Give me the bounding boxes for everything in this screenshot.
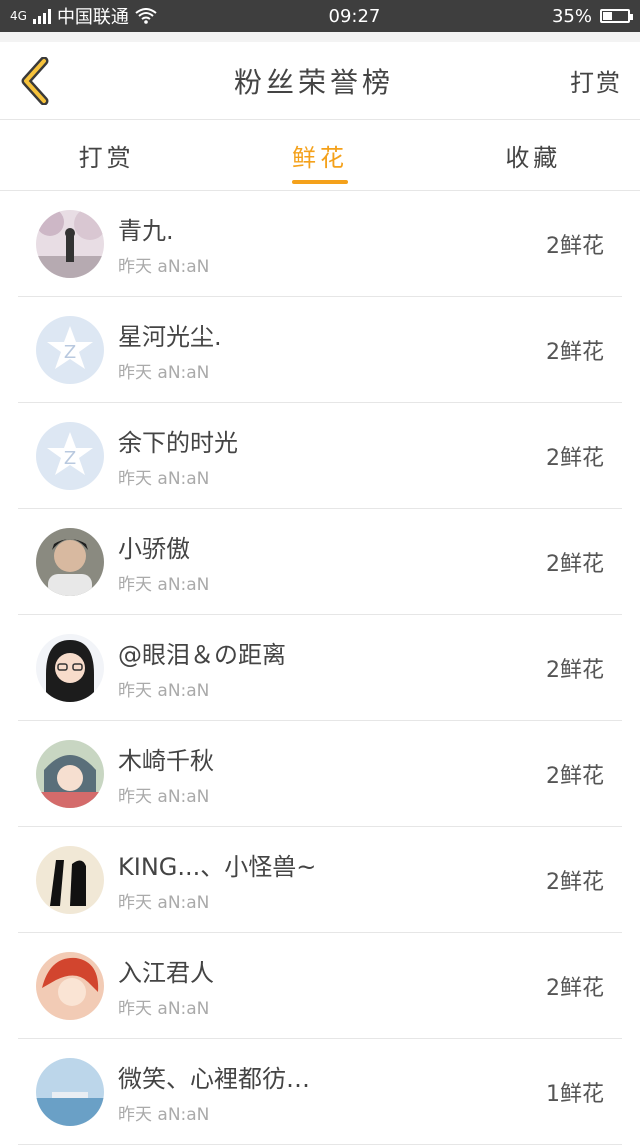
fan-time: 昨天 aN:aN: [118, 362, 210, 383]
fan-time: 昨天 aN:aN: [118, 256, 210, 277]
fan-time: 昨天 aN:aN: [118, 998, 210, 1019]
flower-count: 2鲜花: [546, 657, 604, 683]
default-avatar: Z: [36, 315, 104, 384]
fan-name: 小骄傲: [118, 534, 190, 563]
list-item[interactable]: KING...、小怪兽~ 昨天 aN:aN 2鲜花: [18, 827, 622, 933]
flower-count: 1鲜花: [546, 1081, 604, 1107]
fan-name: @眼泪＆の距离: [118, 640, 286, 669]
tab-favorites[interactable]: 收藏: [427, 120, 640, 190]
tab-reward[interactable]: 打赏: [0, 120, 213, 190]
list-item[interactable]: 微笑、心裡都彷… 昨天 aN:aN 1鲜花: [18, 1039, 622, 1145]
default-avatar: Z: [36, 421, 104, 490]
list-item[interactable]: 小骄傲 昨天 aN:aN 2鲜花: [18, 509, 622, 615]
avatar: [36, 845, 104, 914]
tab-bar: 打赏 鲜花 收藏: [0, 120, 640, 191]
reward-button[interactable]: 打赏: [570, 63, 622, 98]
carrier-label: 中国联通: [56, 7, 129, 28]
network-label: 4G: [10, 9, 27, 23]
flower-count: 2鲜花: [546, 975, 604, 1001]
page-title: 粉丝荣誉榜: [233, 65, 394, 99]
flower-count: 2鲜花: [546, 551, 604, 577]
chevron-left-icon: [21, 56, 49, 105]
fan-time: 昨天 aN:aN: [118, 574, 210, 595]
svg-text:Z: Z: [64, 342, 76, 363]
wifi-icon: [135, 8, 157, 24]
list-item[interactable]: 入江君人 昨天 aN:aN 2鲜花: [18, 933, 622, 1039]
fan-time: 昨天 aN:aN: [118, 680, 210, 701]
tab-flowers[interactable]: 鲜花: [213, 120, 426, 190]
list-item[interactable]: Z 星河光尘. 昨天 aN:aN 2鲜花: [18, 297, 622, 403]
flower-count: 2鲜花: [546, 233, 604, 259]
fan-name: 入江君人: [118, 958, 214, 987]
fan-time: 昨天 aN:aN: [118, 1104, 210, 1125]
signal-icon: [32, 8, 51, 24]
list-item[interactable]: Z 余下的时光 昨天 aN:aN 2鲜花: [18, 403, 622, 509]
fan-time: 昨天 aN:aN: [118, 892, 210, 913]
svg-text:Z: Z: [64, 448, 76, 469]
battery-percent: 35%: [551, 5, 592, 27]
avatar: [36, 527, 104, 596]
fan-name: KING...、小怪兽~: [118, 852, 317, 881]
fan-name: 余下的时光: [118, 428, 238, 457]
header-spacer: [0, 32, 640, 42]
flower-count: 2鲜花: [546, 869, 604, 895]
avatar: [36, 1057, 104, 1126]
avatar: [36, 209, 104, 278]
status-right: 35%: [551, 5, 633, 27]
list-item[interactable]: 木崎千秋 昨天 aN:aN 2鲜花: [18, 721, 622, 827]
clock: 09:27: [328, 5, 381, 27]
flower-count: 2鲜花: [546, 763, 604, 789]
list-item[interactable]: @眼泪＆の距离 昨天 aN:aN 2鲜花: [18, 615, 622, 721]
nav-header: 粉丝荣誉榜 打赏: [0, 42, 640, 120]
fan-name: 木崎千秋: [118, 746, 214, 775]
avatar: [36, 951, 104, 1020]
avatar: [36, 633, 104, 702]
fan-name: 青九.: [118, 216, 174, 245]
fan-name: 星河光尘.: [118, 322, 222, 351]
fan-name: 微笑、心裡都彷…: [118, 1064, 310, 1093]
battery-icon: [599, 9, 633, 23]
list-item[interactable]: 青九. 昨天 aN:aN 2鲜花: [18, 191, 622, 297]
flower-count: 2鲜花: [546, 339, 604, 365]
back-button[interactable]: [18, 56, 58, 106]
fan-list: 青九. 昨天 aN:aN 2鲜花 Z 星河光尘. 昨天 aN:aN 2鲜花 Z: [0, 191, 640, 1145]
avatar: [36, 739, 104, 808]
flower-count: 2鲜花: [546, 445, 604, 471]
status-left: 4G 中国联通: [10, 3, 157, 29]
fan-time: 昨天 aN:aN: [118, 786, 210, 807]
fan-time: 昨天 aN:aN: [118, 468, 210, 489]
status-bar: 4G 中国联通 09:27 35%: [0, 0, 640, 32]
